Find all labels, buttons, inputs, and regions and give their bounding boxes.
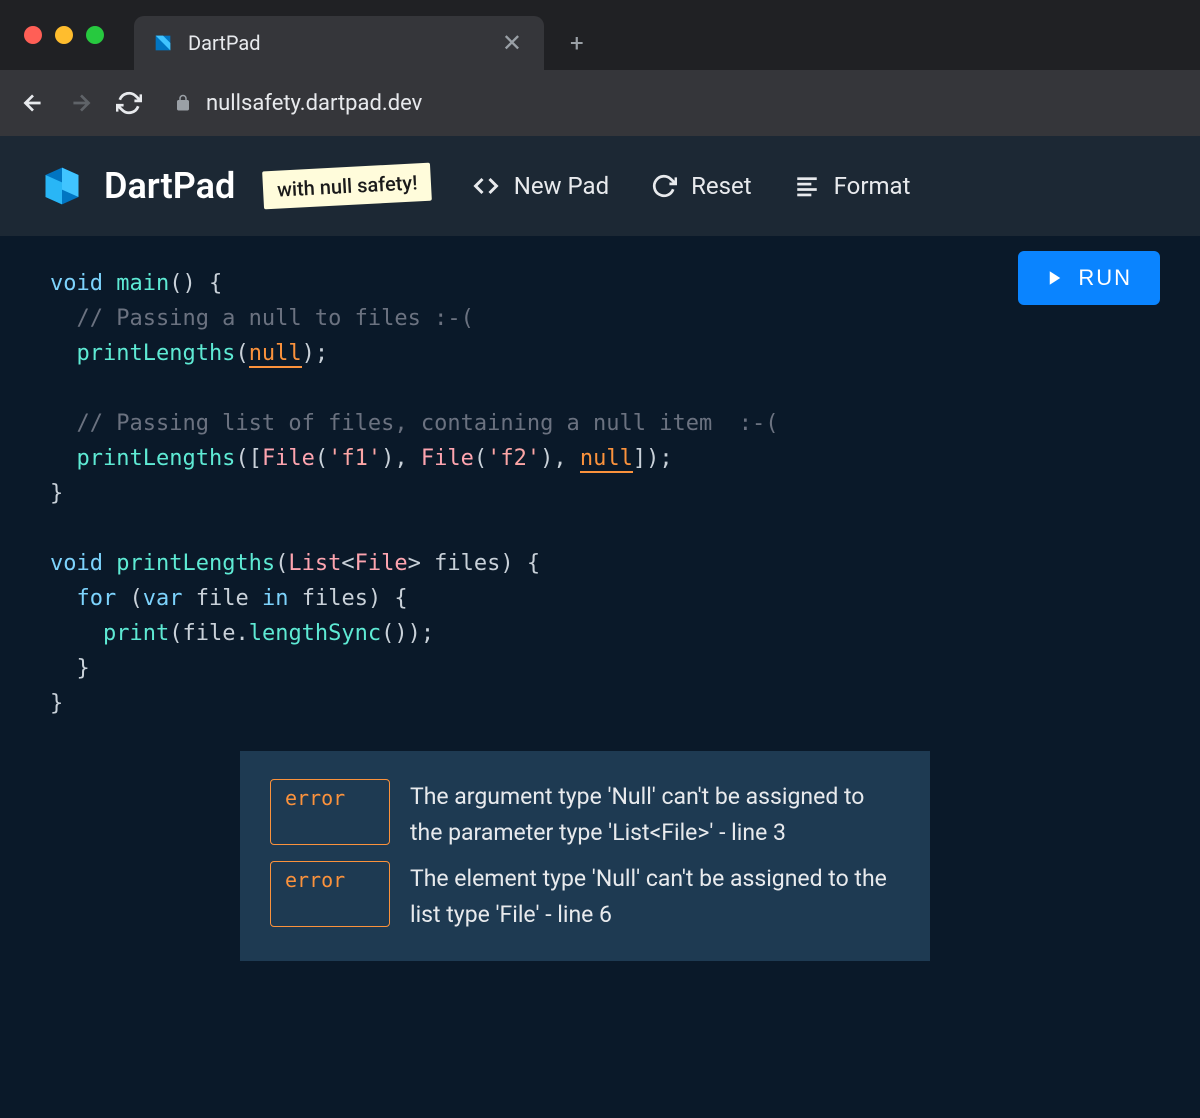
format-label: Format	[834, 172, 911, 200]
window-controls	[24, 26, 104, 44]
app-header: DartPad with null safety! New Pad Reset …	[0, 136, 1200, 236]
url-text: nullsafety.dartpad.dev	[206, 91, 422, 116]
tab-title: DartPad	[188, 31, 498, 55]
play-icon	[1046, 269, 1064, 287]
run-button[interactable]: RUN	[1018, 251, 1160, 305]
dart-logo-icon	[40, 164, 84, 208]
format-icon	[794, 173, 820, 199]
error-badge: error	[270, 861, 390, 927]
forward-button[interactable]	[68, 90, 94, 116]
minimize-window-icon[interactable]	[55, 26, 73, 44]
maximize-window-icon[interactable]	[86, 26, 104, 44]
new-pad-button[interactable]: New Pad	[472, 172, 609, 200]
error-row: error The argument type 'Null' can't be …	[270, 779, 900, 851]
error-panel: error The argument type 'Null' can't be …	[240, 751, 930, 961]
nav-bar: nullsafety.dartpad.dev	[0, 70, 1200, 136]
new-tab-button[interactable]: +	[562, 21, 592, 65]
error-message: The element type 'Null' can't be assigne…	[410, 861, 900, 933]
browser-tab[interactable]: DartPad ✕	[134, 16, 544, 70]
format-button[interactable]: Format	[794, 172, 911, 200]
browser-chrome: DartPad ✕ + nullsafety.dartpad.dev	[0, 0, 1200, 136]
null-safety-badge: with null safety!	[262, 163, 432, 210]
header-actions: New Pad Reset Format	[472, 172, 911, 200]
error-message: The argument type 'Null' can't be assign…	[410, 779, 900, 851]
lock-icon	[174, 94, 192, 112]
refresh-icon	[651, 173, 677, 199]
reset-label: Reset	[691, 172, 751, 200]
code-icon	[472, 172, 500, 200]
error-row: error The element type 'Null' can't be a…	[270, 861, 900, 933]
close-window-icon[interactable]	[24, 26, 42, 44]
app-title: DartPad	[104, 165, 235, 207]
close-tab-icon[interactable]: ✕	[498, 25, 526, 61]
tab-bar: DartPad ✕ +	[0, 0, 1200, 70]
dart-icon	[152, 32, 174, 54]
run-label: RUN	[1078, 265, 1132, 291]
reload-button[interactable]	[116, 90, 142, 116]
new-pad-label: New Pad	[514, 172, 609, 200]
reset-button[interactable]: Reset	[651, 172, 751, 200]
error-badge: error	[270, 779, 390, 845]
code-editor[interactable]: RUN void main() { // Passing a null to f…	[0, 236, 1200, 1118]
back-button[interactable]	[20, 90, 46, 116]
address-bar[interactable]: nullsafety.dartpad.dev	[174, 91, 422, 116]
code-content: void main() { // Passing a null to files…	[50, 266, 1150, 721]
